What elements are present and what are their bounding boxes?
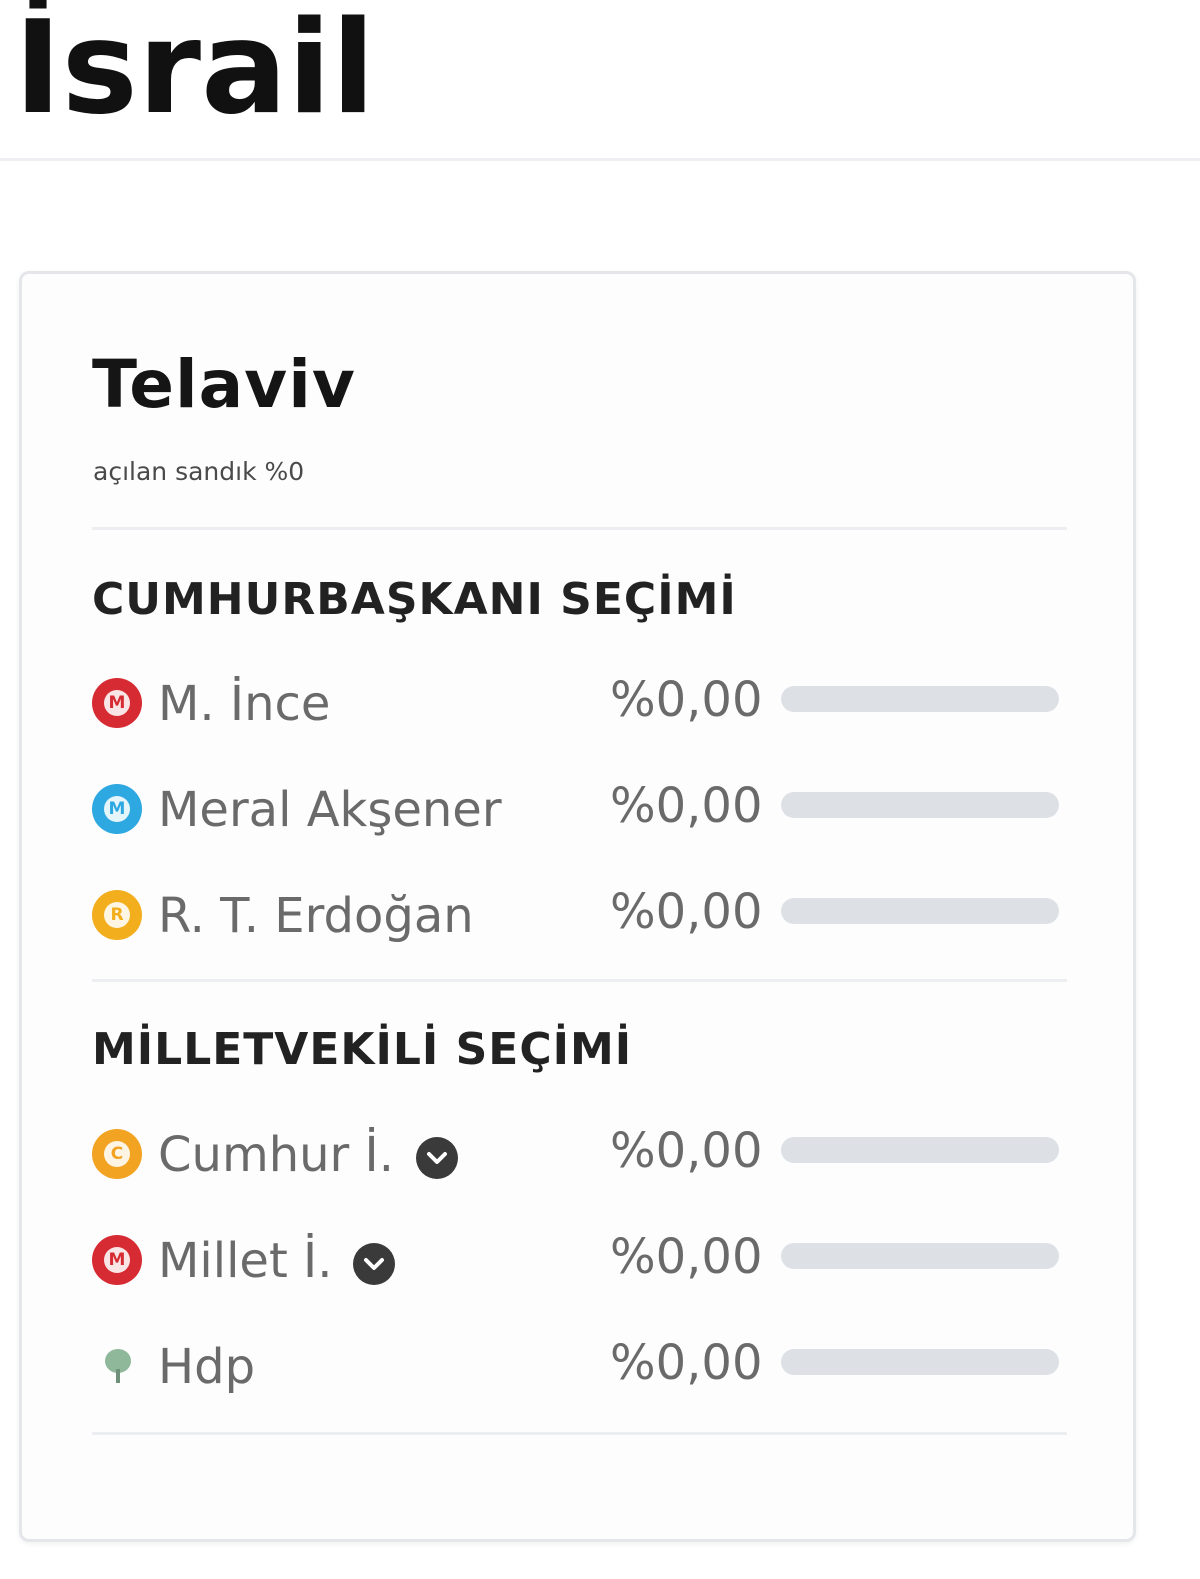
vote-percentage: %0,00 (610, 672, 763, 728)
vote-percentage: %0,00 (610, 1335, 763, 1391)
alliance-name: Millet İ. (158, 1233, 333, 1289)
candidate-name: Meral Akşener (158, 782, 502, 838)
alliance-badge-icon: M (92, 1235, 142, 1285)
section-title-parliamentary: MİLLETVEKİLİ SEÇİMİ (92, 1024, 633, 1075)
chevron-down-icon[interactable] (353, 1243, 395, 1285)
result-row[interactable]: M M. İnce %0,00 (92, 672, 1062, 736)
vote-bar (781, 686, 1059, 712)
candidate-badge-icon: M (92, 784, 142, 834)
hdp-tree-icon (105, 1349, 131, 1383)
vote-bar (781, 792, 1059, 818)
result-row[interactable]: M Meral Akşener %0,00 (92, 778, 1062, 842)
vote-bar (781, 898, 1059, 924)
alliance-name: Cumhur İ. (158, 1127, 394, 1183)
vote-bar (781, 1349, 1059, 1375)
divider (92, 527, 1067, 530)
alliance-badge-icon: C (92, 1129, 142, 1179)
result-row[interactable]: C Cumhur İ. %0,00 (92, 1123, 1062, 1187)
vote-percentage: %0,00 (610, 1123, 763, 1179)
vote-percentage: %0,00 (610, 1229, 763, 1285)
vote-percentage: %0,00 (610, 884, 763, 940)
badge-letter: M (104, 690, 130, 716)
candidate-badge-icon: R (92, 890, 142, 940)
chevron-down-icon[interactable] (416, 1137, 458, 1179)
candidate-badge-icon: M (92, 678, 142, 728)
result-row[interactable]: M Millet İ. %0,00 (92, 1229, 1062, 1293)
badge-letter: C (104, 1141, 130, 1167)
result-row[interactable]: R R. T. Erdoğan %0,00 (92, 884, 1062, 948)
party-name: Hdp (158, 1339, 256, 1395)
badge-letter: R (104, 902, 130, 928)
vote-bar (781, 1243, 1059, 1269)
section-title-presidential: CUMHURBAŞKANI SEÇİMİ (92, 574, 737, 625)
badge-letter: M (104, 796, 130, 822)
city-name: Telaviv (92, 346, 356, 423)
page-title: İsrail (14, 0, 376, 143)
vote-bar (781, 1137, 1059, 1163)
title-divider (0, 158, 1200, 161)
vote-percentage: %0,00 (610, 778, 763, 834)
opened-box-status: açılan sandık %0 (93, 457, 305, 486)
badge-letter: M (104, 1247, 130, 1273)
candidate-name: R. T. Erdoğan (158, 888, 474, 944)
result-row[interactable]: Hdp %0,00 (92, 1335, 1062, 1399)
candidate-name: M. İnce (158, 676, 331, 732)
divider (92, 1432, 1067, 1435)
divider (92, 979, 1067, 982)
